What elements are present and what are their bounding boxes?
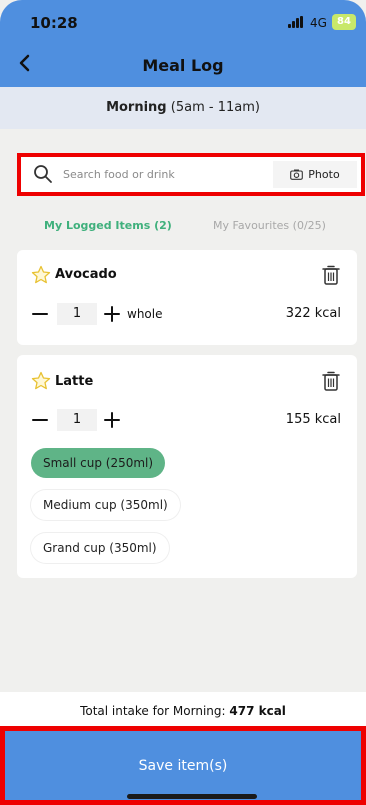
unit-label: whole — [127, 307, 163, 321]
item-name: Avocado — [55, 267, 117, 282]
favourite-star-icon[interactable] — [31, 265, 51, 285]
meal-session-bar: Morning (5am - 11am) — [0, 87, 366, 129]
decrease-quantity-button[interactable] — [31, 411, 49, 429]
item-kcal: 322 kcal — [285, 306, 341, 321]
food-item-card: Latte 1 155 kcal Small cup (250ml) Mediu… — [17, 355, 357, 578]
increase-quantity-button[interactable] — [103, 411, 121, 429]
delete-icon[interactable] — [322, 370, 340, 392]
status-time: 10:28 — [30, 14, 78, 32]
tab-favourites[interactable]: My Favourites (0/25) — [213, 219, 326, 232]
increase-quantity-button[interactable] — [103, 305, 121, 323]
session-name: Morning — [106, 100, 167, 115]
size-option-small[interactable]: Small cup (250ml) — [31, 448, 166, 478]
search-field[interactable] — [27, 162, 269, 187]
total-value: 477 kcal — [229, 704, 286, 718]
camera-icon — [290, 169, 304, 180]
tab-logged-items[interactable]: My Logged Items (2) — [44, 219, 172, 232]
photo-button[interactable]: Photo — [273, 161, 357, 188]
size-option-medium[interactable]: Medium cup (350ml) — [31, 490, 180, 520]
network-label: 4G — [310, 16, 327, 30]
save-items-button[interactable]: Save item(s) — [5, 731, 361, 800]
delete-icon[interactable] — [322, 264, 340, 286]
search-icon — [34, 165, 52, 183]
total-label: Total intake for Morning: — [80, 704, 226, 718]
home-indicator — [127, 794, 257, 799]
battery-icon: 84 — [332, 14, 356, 30]
search-input[interactable] — [63, 162, 263, 187]
app-header: 10:28 4G 84 Meal Log — [0, 0, 366, 87]
photo-label: Photo — [308, 168, 340, 181]
quantity-value[interactable]: 1 — [57, 409, 97, 431]
quantity-value[interactable]: 1 — [57, 303, 97, 325]
signal-icon — [288, 16, 306, 28]
item-kcal: 155 kcal — [285, 412, 341, 427]
session-range: (5am - 11am) — [170, 100, 260, 115]
search-row: Photo — [17, 153, 365, 196]
total-intake-bar: Total intake for Morning: 477 kcal — [0, 692, 366, 728]
save-bar: Save item(s) — [0, 726, 366, 805]
item-name: Latte — [55, 374, 94, 389]
size-option-grand[interactable]: Grand cup (350ml) — [31, 533, 169, 563]
food-item-card: Avocado 1 whole 322 kcal — [17, 250, 357, 345]
page-title: Meal Log — [142, 56, 224, 75]
favourite-star-icon[interactable] — [31, 371, 51, 391]
decrease-quantity-button[interactable] — [31, 305, 49, 323]
